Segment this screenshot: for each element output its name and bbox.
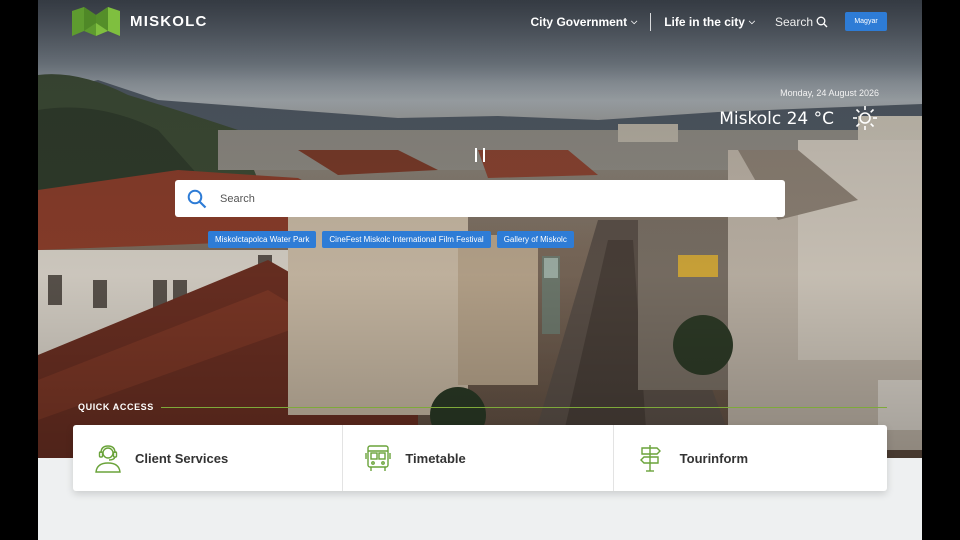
client-services-label: Client Services [135,450,229,466]
nav-city-government[interactable]: City Government ⌵ [530,15,637,29]
quick-access-tourinform[interactable]: Tourinform [614,425,887,491]
tag-water-park[interactable]: Miskolctapolca Water Park [208,231,317,248]
signpost-icon [639,445,661,472]
quick-access-timetable[interactable]: Timetable [343,425,614,491]
hero-overlay [38,0,922,458]
site-header: MISKOLC City Government ⌵ Life in the ci… [38,0,922,44]
tag-cinefest[interactable]: CineFest Miskolc International Film Fest… [322,231,491,248]
chevron-down-icon: ⌵ [631,16,638,26]
sun-icon [853,106,877,130]
quick-access-divider [161,407,887,408]
pause-icon[interactable] [475,148,485,162]
nav-search-button[interactable]: Search [775,15,828,29]
tag-gallery[interactable]: Gallery of Miskolc [496,231,574,248]
logo-text: MISKOLC [130,13,208,30]
hero-image [38,0,922,458]
weather-date: Monday, 24 August 2026 [780,88,879,98]
nav-city-government-label: City Government [530,14,628,29]
search-input[interactable] [220,192,760,205]
nav-divider [650,12,652,31]
timetable-label: Timetable [405,450,466,466]
chevron-down-icon: ⌵ [748,16,755,26]
headset-person-icon [95,445,121,473]
popular-search-tags: Miskolctapolca Water Park CineFest Misko… [208,231,580,248]
weather-city-temp: Miskolc 24 °C [719,109,834,129]
nav-life-in-city-label: Life in the city [664,14,745,29]
site-logo[interactable]: MISKOLC [72,7,208,36]
quick-access-client-services[interactable]: Client Services [73,425,344,491]
quick-access-title: QUICK ACCESS [78,402,154,412]
bus-icon [365,445,392,471]
language-button[interactable]: Magyar [845,12,887,31]
nav-search-label: Search [774,14,813,29]
search-icon [187,189,207,208]
nav-life-in-city[interactable]: Life in the city ⌵ [664,15,755,29]
tourinform-label: Tourinform [679,450,749,466]
miskolc-logo-icon [72,7,120,36]
page: MISKOLC City Government ⌵ Life in the ci… [38,0,922,540]
search-icon [816,16,828,27]
hero-search-box [175,180,785,217]
main-nav: City Government ⌵ Life in the city ⌵ Sea… [530,12,887,31]
quick-access-cards: Client Services Timetable Tourinform [73,425,887,491]
